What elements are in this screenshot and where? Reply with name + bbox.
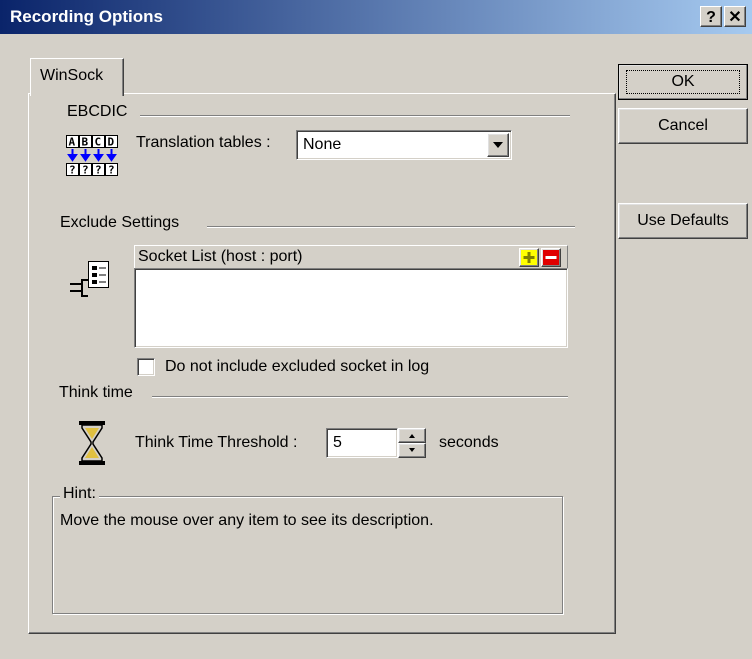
exclude-settings-heading: Exclude Settings xyxy=(60,214,180,231)
ok-button[interactable]: OK xyxy=(618,64,748,100)
add-socket-button[interactable] xyxy=(519,248,539,267)
socket-list[interactable] xyxy=(134,268,568,348)
use-defaults-button[interactable]: Use Defaults xyxy=(618,203,748,239)
hint-text: Move the mouse over any item to see its … xyxy=(60,512,434,529)
remove-socket-button[interactable] xyxy=(541,248,561,267)
dropdown-button[interactable] xyxy=(487,133,509,157)
tab-winsock[interactable]: WinSock xyxy=(30,58,124,96)
cancel-button[interactable]: Cancel xyxy=(618,108,748,144)
svg-text:D: D xyxy=(108,136,115,149)
svg-text:C: C xyxy=(95,136,102,149)
socket-list-header-label: Socket List (host : port) xyxy=(138,248,303,265)
svg-text:?: ? xyxy=(69,164,76,177)
hourglass-icon xyxy=(78,420,106,466)
think-time-threshold-input[interactable]: 5 xyxy=(326,428,398,458)
exclude-settings-divider xyxy=(207,226,575,228)
use-defaults-button-label: Use Defaults xyxy=(637,212,729,229)
svg-text:?: ? xyxy=(95,164,102,177)
exclude-log-checkbox-label[interactable]: Do not include excluded socket in log xyxy=(165,358,429,376)
tab-winsock-label: WinSock xyxy=(40,67,104,84)
close-button[interactable]: ✕ xyxy=(724,6,746,27)
svg-text:?: ? xyxy=(108,164,115,177)
ebcdic-heading: EBCDIC xyxy=(67,103,128,120)
spin-down-icon xyxy=(409,448,415,452)
think-time-units: seconds xyxy=(439,434,499,451)
minus-icon xyxy=(543,250,559,265)
spin-up-button[interactable] xyxy=(398,428,426,443)
translation-tables-label: Translation tables : xyxy=(136,134,271,151)
dialog-title: Recording Options xyxy=(10,7,163,26)
spin-up-icon xyxy=(409,434,415,438)
ebcdic-divider xyxy=(140,115,570,117)
cancel-button-label: Cancel xyxy=(658,117,708,134)
ebcdic-translation-icon: AB CD ?? ?? xyxy=(66,135,118,177)
recording-options-dialog: Recording Options ? ✕ OK Cancel Use Defa… xyxy=(0,0,752,659)
exclude-log-checkbox[interactable] xyxy=(137,358,155,376)
ok-button-label: OK xyxy=(626,70,740,94)
chevron-down-icon xyxy=(493,142,503,148)
spin-down-button[interactable] xyxy=(398,443,426,458)
think-time-divider xyxy=(152,396,568,398)
translation-tables-value: None xyxy=(303,136,342,153)
title-bar[interactable]: Recording Options ? ✕ xyxy=(0,0,752,34)
translation-tables-select[interactable]: None xyxy=(296,130,512,160)
socket-plug-icon xyxy=(66,260,112,300)
plus-icon xyxy=(521,250,537,265)
help-icon: ? xyxy=(706,9,716,26)
close-icon: ✕ xyxy=(728,9,742,26)
think-time-heading: Think time xyxy=(59,384,133,401)
socket-list-header: Socket List (host : port) xyxy=(134,245,568,269)
think-time-threshold-value: 5 xyxy=(333,434,342,451)
svg-text:B: B xyxy=(82,136,89,149)
think-time-spinner[interactable] xyxy=(398,428,426,458)
help-button[interactable]: ? xyxy=(700,6,722,27)
hint-label: Hint: xyxy=(60,485,99,503)
svg-text:A: A xyxy=(69,136,76,149)
think-time-threshold-label: Think Time Threshold : xyxy=(135,434,298,451)
svg-text:?: ? xyxy=(82,164,89,177)
